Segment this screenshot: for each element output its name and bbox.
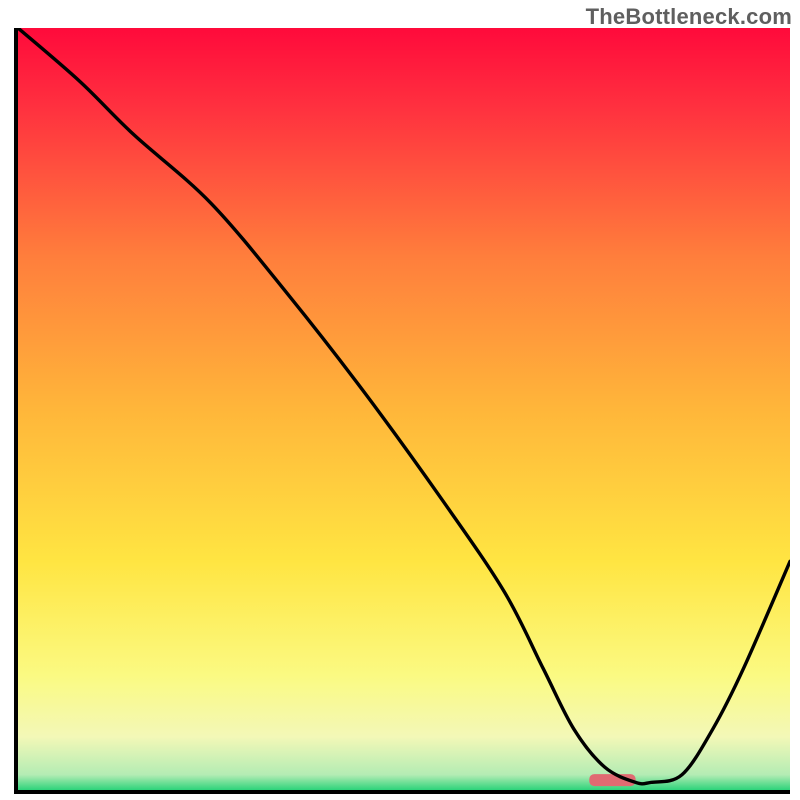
watermark-text: TheBottleneck.com — [586, 4, 792, 30]
plot-frame — [14, 28, 790, 794]
plot-area — [18, 28, 790, 790]
gradient-background — [18, 28, 790, 790]
chart-root: TheBottleneck.com — [0, 0, 800, 800]
chart-svg — [18, 28, 790, 790]
